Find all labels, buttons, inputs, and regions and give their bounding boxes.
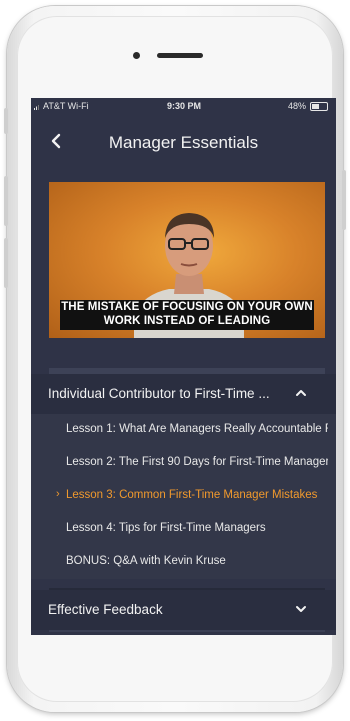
status-bar: AT&T Wi-Fi 9:30 PM 48% — [31, 98, 336, 114]
section-title: Individual Contributor to First-Time ... — [48, 386, 270, 401]
earpiece-speaker — [157, 53, 203, 58]
page-title: Manager Essentials — [108, 133, 259, 152]
lesson-item-3[interactable]: › Lesson 3: Common First-Time Manager Mi… — [31, 480, 336, 513]
signal-icon — [34, 105, 39, 110]
power-button — [342, 170, 346, 230]
chevron-right-icon: › — [56, 488, 60, 500]
lesson-item-5[interactable]: BONUS: Q&A with Kevin Kruse — [31, 546, 336, 579]
chevron-down-icon[interactable] — [295, 604, 307, 614]
carrier-label: AT&T Wi-Fi — [43, 101, 89, 111]
nav-bar: Manager Essentials — [31, 114, 336, 174]
lesson-label: Lesson 1: What Are Managers Really Accou… — [66, 423, 328, 435]
lesson-label: Lesson 4: Tips for First-Time Managers — [66, 522, 266, 534]
app-screen: AT&T Wi-Fi 9:30 PM 48% Manager Essential… — [31, 98, 336, 635]
caption-line-2: WORK INSTEAD OF LEADING — [103, 315, 271, 327]
volume-down-button — [4, 238, 8, 288]
lesson-label: BONUS: Q&A with Kevin Kruse — [66, 555, 226, 567]
section-title: Effective Feedback — [48, 602, 163, 617]
lesson-label: Lesson 3: Common First-Time Manager Mist… — [66, 489, 318, 501]
front-camera — [133, 52, 140, 59]
clock: 9:30 PM — [167, 101, 202, 111]
divider — [49, 630, 325, 632]
mute-switch — [4, 108, 8, 134]
chevron-up-icon[interactable] — [295, 388, 307, 398]
lesson-item-1[interactable]: Lesson 1: What Are Managers Really Accou… — [31, 414, 336, 447]
battery-percent: 48% — [287, 101, 306, 111]
lesson-item-2[interactable]: Lesson 2: The First 90 Days for First-Ti… — [31, 447, 336, 480]
section-header-effective-feedback[interactable]: Effective Feedback — [31, 590, 336, 630]
lesson-label: Lesson 2: The First 90 Days for First-Ti… — [66, 456, 328, 468]
caption-line-1: THE MISTAKE OF FOCUSING ON YOUR OWN — [61, 301, 313, 313]
video-caption: THE MISTAKE OF FOCUSING ON YOUR OWN WORK… — [60, 300, 314, 330]
video-player[interactable]: THE MISTAKE OF FOCUSING ON YOUR OWN WORK… — [49, 182, 325, 338]
lesson-item-4[interactable]: Lesson 4: Tips for First-Time Managers — [31, 513, 336, 546]
volume-up-button — [4, 176, 8, 226]
battery-icon — [310, 102, 328, 111]
section-header-individual-contributor[interactable]: Individual Contributor to First-Time ... — [31, 374, 336, 414]
